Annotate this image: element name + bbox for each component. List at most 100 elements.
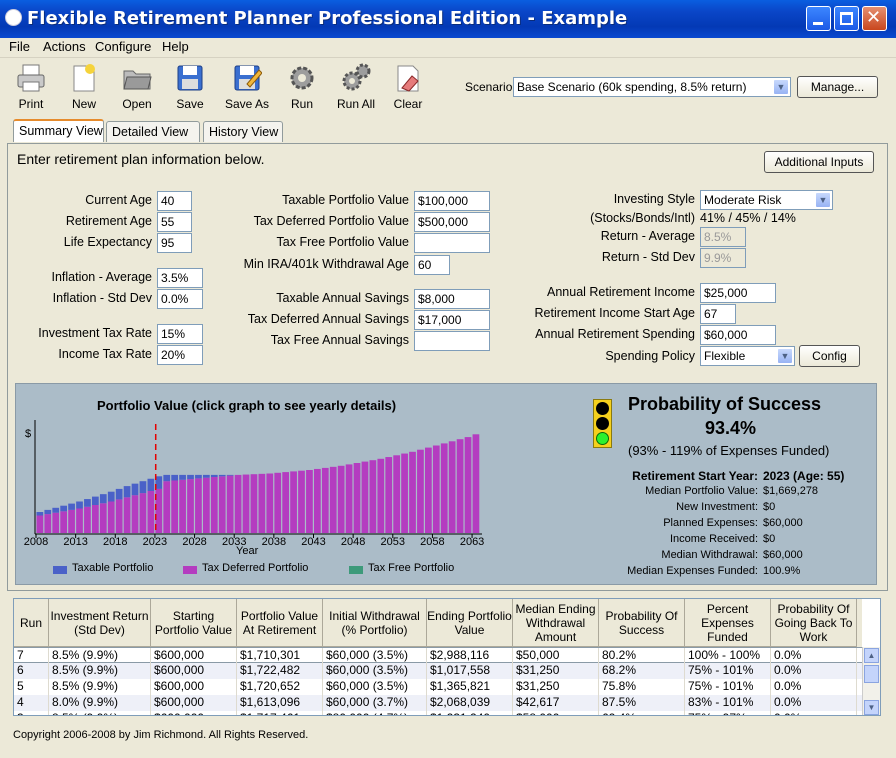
bar-tax-deferred[interactable] [242, 474, 250, 533]
bar-tax-deferred[interactable] [203, 477, 210, 533]
bar-tax-deferred[interactable] [52, 512, 60, 533]
bar-taxable[interactable] [92, 496, 99, 505]
income-start-age-field[interactable]: 67 [700, 304, 736, 324]
table-row[interactable]: 4 8.0% (9.9%) $600,000 $1,613,096 $60,000 (3… [14, 695, 862, 711]
column-header[interactable]: Initial Withdrawal (% Portfolio) [323, 599, 427, 647]
tax-free-portfolio-field[interactable] [414, 233, 490, 253]
maximize-button[interactable] [834, 6, 859, 31]
bar-tax-deferred[interactable] [210, 477, 218, 533]
bar-taxable[interactable] [84, 499, 91, 507]
menu-actions[interactable]: Actions [43, 39, 86, 54]
scenario-select[interactable]: Base Scenario (60k spending, 8.5% return… [513, 77, 791, 97]
bar-tax-deferred[interactable] [139, 493, 147, 533]
bar-tax-deferred[interactable] [353, 463, 361, 533]
table-row[interactable]: 5 8.5% (9.9%) $600,000 $1,720,652 $60,000 (3… [14, 679, 862, 695]
annual-spending-field[interactable]: $60,000 [700, 325, 776, 345]
bar-tax-deferred[interactable] [298, 470, 305, 533]
bar-taxable[interactable] [76, 501, 83, 509]
bar-tax-deferred[interactable] [456, 439, 464, 533]
bar-taxable[interactable] [218, 474, 226, 477]
tax-deferred-savings-field[interactable]: $17,000 [414, 310, 490, 330]
bar-tax-deferred[interactable] [274, 472, 282, 533]
tab-history-view[interactable]: History View [203, 121, 283, 142]
annual-income-field[interactable]: $25,000 [700, 283, 776, 303]
manage-button[interactable]: Manage... [797, 76, 878, 98]
retirement-age-field[interactable]: 55 [157, 212, 192, 232]
bar-tax-deferred[interactable] [314, 468, 321, 533]
bar-tax-deferred[interactable] [385, 457, 393, 533]
bar-tax-deferred[interactable] [321, 467, 329, 533]
bar-tax-deferred[interactable] [226, 475, 234, 533]
bar-taxable[interactable] [60, 505, 68, 512]
taxable-savings-field[interactable]: $8,000 [414, 289, 490, 309]
menu-configure[interactable]: Configure [95, 39, 151, 54]
income-tax-rate-field[interactable]: 20% [157, 345, 203, 365]
bar-tax-deferred[interactable] [401, 453, 408, 533]
bar-taxable[interactable] [131, 483, 139, 496]
spending-policy-select[interactable]: Flexible ▼ [700, 346, 795, 366]
table-row[interactable]: 38.5% (9.9%)$600,000$1,717,461$80,000 (4… [14, 711, 862, 715]
bar-tax-deferred[interactable] [195, 478, 202, 533]
bar-tax-deferred[interactable] [337, 465, 345, 533]
bar-taxable[interactable] [68, 503, 75, 510]
menu-help[interactable]: Help [162, 39, 189, 54]
bar-taxable[interactable] [115, 488, 123, 500]
bar-tax-deferred[interactable] [92, 505, 99, 533]
bar-taxable[interactable] [195, 474, 202, 479]
print-button[interactable]: Print [5, 58, 57, 114]
config-button[interactable]: Config [799, 345, 860, 367]
runs-table[interactable]: Run Investment Return (Std Dev) Starting P… [13, 598, 881, 716]
bar-tax-deferred[interactable] [409, 451, 416, 533]
bar-taxable[interactable] [123, 486, 131, 498]
bar-taxable[interactable] [99, 494, 107, 504]
bar-tax-deferred[interactable] [68, 509, 75, 533]
tab-detailed-view[interactable]: Detailed View [106, 121, 200, 142]
column-header[interactable]: Investment Return (Std Dev) [49, 599, 151, 647]
taxable-portfolio-field[interactable]: $100,000 [414, 191, 490, 211]
bar-taxable[interactable] [147, 478, 155, 491]
bar-tax-deferred[interactable] [250, 474, 258, 533]
bar-tax-deferred[interactable] [377, 458, 385, 533]
column-header[interactable]: Probability Of Going Back To Work [771, 599, 857, 647]
bar-taxable[interactable] [203, 474, 210, 478]
bar-tax-deferred[interactable] [147, 491, 155, 533]
save-as-button[interactable]: Save As [221, 58, 273, 114]
bar-tax-deferred[interactable] [440, 443, 448, 533]
bar-tax-deferred[interactable] [234, 474, 242, 533]
scroll-thumb[interactable] [864, 665, 879, 683]
table-row[interactable]: 6 8.5% (9.9%) $600,000 $1,722,482 $60,000 (3… [14, 663, 862, 679]
bar-taxable[interactable] [163, 474, 171, 482]
bar-tax-deferred[interactable] [369, 460, 377, 533]
bar-taxable[interactable] [171, 474, 179, 481]
run-all-button[interactable]: Run All [330, 58, 382, 114]
close-button[interactable]: ✕ [862, 6, 887, 31]
bar-tax-deferred[interactable] [76, 508, 83, 534]
tab-summary-view[interactable]: Summary View [13, 119, 104, 142]
current-age-field[interactable]: 40 [157, 191, 192, 211]
bar-tax-deferred[interactable] [329, 466, 337, 533]
tax-deferred-portfolio-field[interactable]: $500,000 [414, 212, 490, 232]
bar-taxable[interactable] [36, 512, 44, 516]
scroll-down-icon[interactable]: ▼ [864, 700, 879, 715]
bar-tax-deferred[interactable] [345, 464, 353, 533]
bar-tax-deferred[interactable] [472, 434, 480, 533]
bar-taxable[interactable] [52, 507, 60, 513]
save-button[interactable]: Save [164, 58, 216, 114]
minimize-button[interactable] [806, 6, 831, 31]
bar-tax-deferred[interactable] [432, 445, 440, 534]
bar-tax-deferred[interactable] [266, 473, 274, 534]
bar-tax-deferred[interactable] [361, 461, 369, 533]
life-expectancy-field[interactable]: 95 [157, 233, 192, 253]
column-header[interactable]: Run [14, 599, 49, 647]
tax-free-savings-field[interactable] [414, 331, 490, 351]
bar-tax-deferred[interactable] [123, 497, 131, 533]
column-header[interactable]: Probability Of Success [599, 599, 685, 647]
bar-tax-deferred[interactable] [306, 470, 313, 533]
scroll-up-icon[interactable]: ▲ [864, 648, 879, 663]
bar-tax-deferred[interactable] [44, 514, 52, 533]
bar-taxable[interactable] [210, 474, 218, 477]
menu-file[interactable]: File [9, 39, 30, 54]
bar-tax-deferred[interactable] [290, 471, 297, 533]
bar-tax-deferred[interactable] [187, 479, 194, 533]
bar-tax-deferred[interactable] [99, 503, 107, 533]
